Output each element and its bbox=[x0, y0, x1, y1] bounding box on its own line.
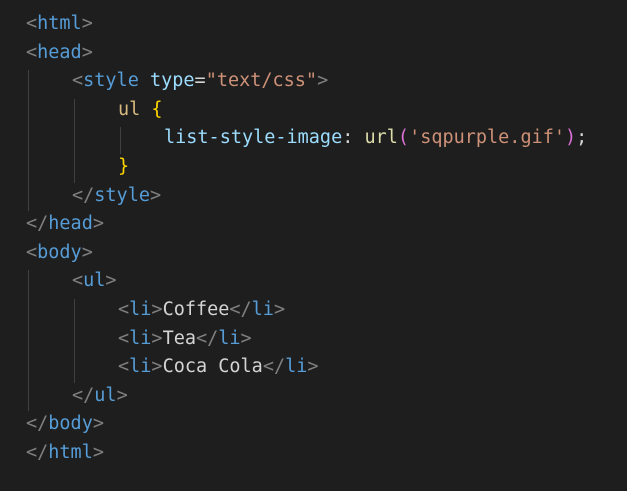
code-token-text: Tea bbox=[162, 327, 196, 349]
code-token-bracket: > bbox=[92, 213, 104, 235]
code-token-tag: html bbox=[37, 13, 82, 34]
code-token-bracket: < bbox=[118, 299, 130, 320]
code-token-tag: ul bbox=[94, 384, 117, 406]
code-token-tag: head bbox=[48, 213, 93, 235]
code-token-bracket: > bbox=[240, 327, 252, 349]
code-token-paren: ) bbox=[565, 127, 577, 149]
code-token-tag: li bbox=[218, 327, 241, 349]
code-line[interactable]: <body> bbox=[26, 239, 93, 267]
code-token-func: url bbox=[364, 127, 398, 149]
code-token-bracket: > bbox=[317, 70, 329, 92]
code-token-text: Coffee bbox=[162, 299, 230, 320]
code-token-tag: head bbox=[37, 41, 82, 63]
code-token-bracket: > bbox=[92, 413, 104, 435]
code-token-bracket: > bbox=[92, 442, 104, 463]
code-editor[interactable]: <html> <head> <style type="text/css"> ul {l… bbox=[0, 0, 627, 491]
indent-guide bbox=[28, 270, 29, 412]
code-token-sel: ul bbox=[118, 98, 141, 120]
code-token-bracket: </ bbox=[195, 327, 219, 349]
code-token-tag: body bbox=[48, 413, 93, 435]
code-line[interactable]: </html> bbox=[26, 439, 104, 467]
code-token-bracket: > bbox=[151, 356, 163, 378]
code-token-tag: style bbox=[83, 70, 139, 92]
code-token-tag: ul bbox=[83, 270, 106, 292]
code-token-tag: li bbox=[129, 356, 152, 378]
code-token-bracket: </ bbox=[229, 299, 252, 320]
code-line[interactable]: </head> bbox=[26, 210, 104, 238]
code-token-tag: li bbox=[129, 327, 152, 349]
code-token-brace: } bbox=[118, 156, 130, 177]
code-token-bracket: > bbox=[151, 327, 163, 349]
code-token-bracket: > bbox=[116, 384, 128, 406]
code-token-bracket: </ bbox=[262, 356, 286, 378]
code-token-paren: ( bbox=[397, 127, 410, 149]
code-line[interactable]: <li>Tea</li> bbox=[118, 325, 252, 353]
code-line[interactable]: </ul> bbox=[72, 382, 128, 410]
code-token-bracket: > bbox=[81, 13, 93, 34]
code-token-tag: html bbox=[48, 442, 93, 463]
code-token-brace: { bbox=[151, 98, 163, 120]
indent-guide bbox=[74, 299, 75, 383]
code-token-punc: = bbox=[194, 70, 206, 92]
code-token-bracket: > bbox=[151, 299, 163, 320]
code-line[interactable]: <li>Coca Cola</li> bbox=[118, 353, 319, 381]
code-token-tag: li bbox=[251, 299, 274, 320]
code-token-bracket: > bbox=[307, 356, 319, 378]
code-token-bracket: </ bbox=[26, 213, 49, 235]
code-line[interactable]: <li>Coffee</li> bbox=[118, 296, 285, 324]
code-token-str: "text/css" bbox=[205, 70, 318, 92]
code-token-tag: li bbox=[129, 299, 152, 320]
code-token-bracket: < bbox=[118, 327, 130, 349]
code-token-bracket: > bbox=[149, 184, 162, 206]
code-token-bracket: > bbox=[105, 270, 117, 292]
code-token-bracket: </ bbox=[26, 442, 49, 463]
indent-guide bbox=[28, 70, 29, 212]
code-token-punc: ; bbox=[576, 127, 588, 149]
code-token-bracket: < bbox=[26, 13, 38, 34]
code-line[interactable]: ul { bbox=[118, 96, 163, 124]
code-token-bracket: </ bbox=[72, 184, 95, 206]
indent-guide bbox=[74, 98, 75, 183]
code-token-bracket: > bbox=[273, 299, 286, 320]
code-token-tag: body bbox=[37, 241, 82, 263]
code-token-bracket: </ bbox=[26, 413, 49, 435]
code-token-prop: list-style-image bbox=[164, 127, 343, 149]
code-line[interactable]: <html> bbox=[26, 10, 93, 38]
code-token-bracket: < bbox=[72, 270, 84, 292]
code-line[interactable]: </style> bbox=[72, 182, 161, 210]
code-token-attr: type bbox=[149, 70, 195, 92]
code-token-str: 'sqpurple.gif' bbox=[409, 127, 565, 149]
code-token-bracket: < bbox=[26, 241, 38, 263]
code-token-tag: li bbox=[285, 356, 308, 378]
code-token-punc: : bbox=[342, 127, 365, 149]
code-line[interactable]: <head> bbox=[26, 39, 93, 67]
code-line[interactable]: } bbox=[118, 153, 129, 181]
code-token-tag: style bbox=[94, 184, 150, 206]
code-token-bracket: > bbox=[81, 41, 93, 63]
code-line[interactable]: list-style-image: url('sqpurple.gif'); bbox=[164, 124, 587, 152]
code-token-bracket: < bbox=[72, 70, 84, 92]
code-token-bracket: < bbox=[118, 356, 130, 378]
code-token-text: Coca Cola bbox=[162, 356, 263, 378]
code-line[interactable]: <ul> bbox=[72, 267, 117, 295]
code-line[interactable]: <style type="text/css"> bbox=[72, 67, 328, 95]
code-token-bracket: > bbox=[81, 241, 93, 263]
code-token-bracket: < bbox=[26, 41, 38, 63]
indent-guide bbox=[120, 127, 121, 154]
code-line[interactable]: </body> bbox=[26, 410, 104, 438]
code-token-bracket: </ bbox=[72, 384, 95, 406]
